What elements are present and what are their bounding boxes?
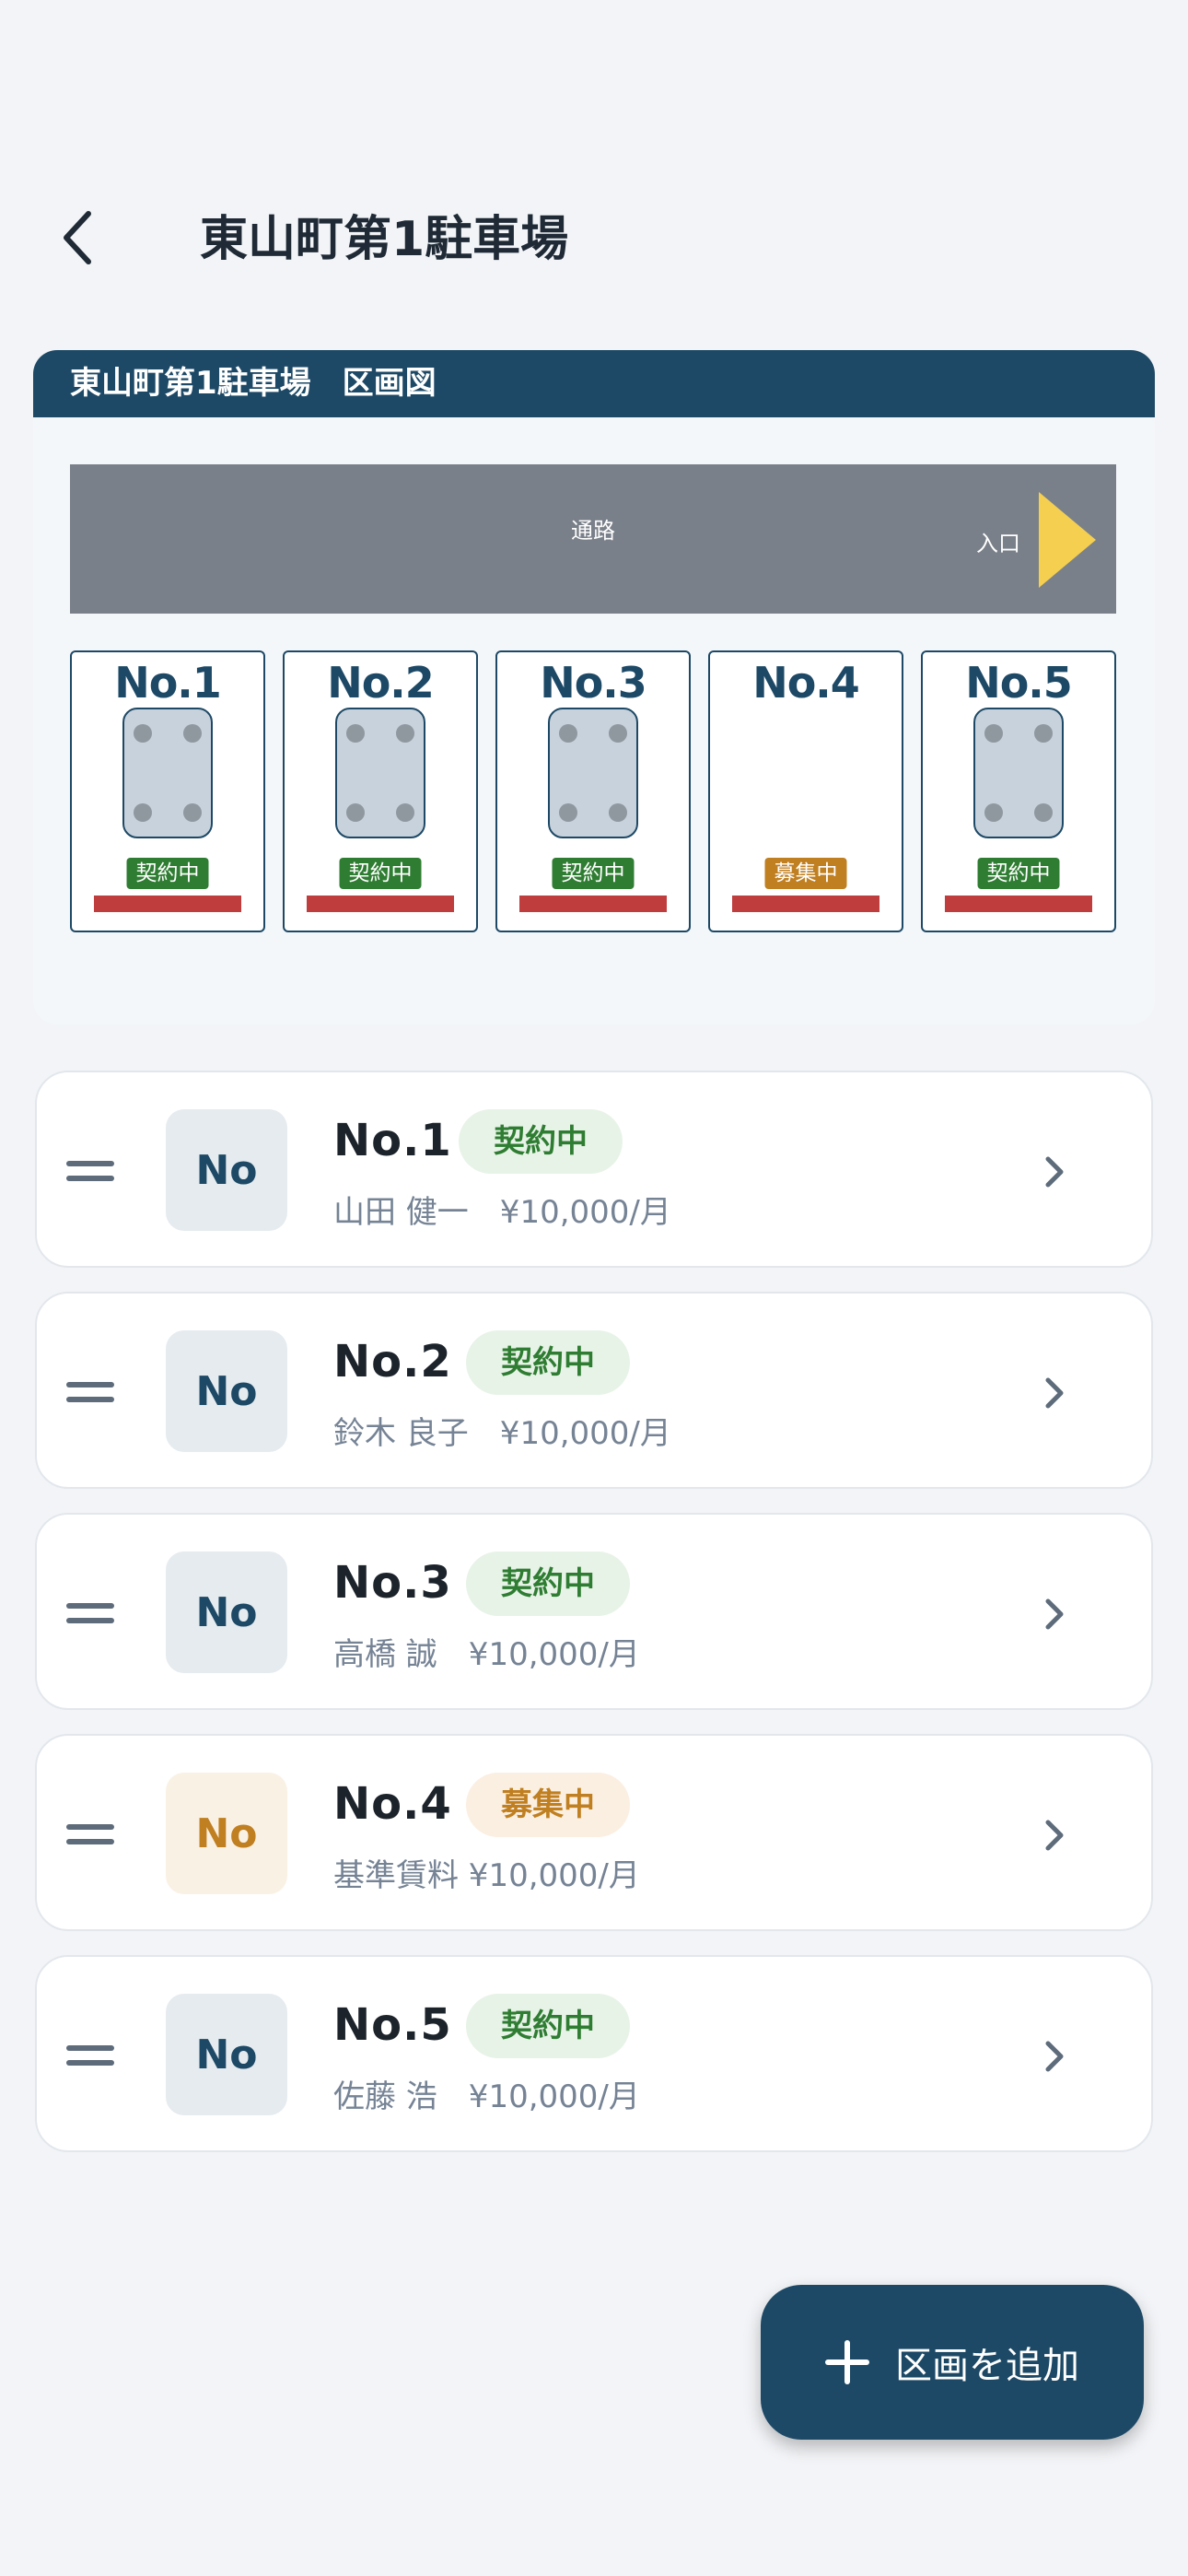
- map-slot-4[interactable]: No.4 募集中: [708, 650, 903, 932]
- map-slot-1[interactable]: No.1 契約中: [70, 650, 265, 932]
- slot-row-1[interactable]: No No.1 契約中 山田 健一 ¥10,000/月: [35, 1071, 1153, 1268]
- map-slot-5[interactable]: No.5 契約中: [921, 650, 1116, 932]
- add-slot-label: 区画を追加: [895, 2345, 1079, 2387]
- status-badge: 契約中: [466, 1551, 630, 1616]
- chevron-right-icon: [1045, 1377, 1064, 1409]
- slot-thumb: No: [166, 1330, 287, 1452]
- map-slot-number: No.2: [327, 658, 435, 708]
- drag-handle-icon[interactable]: [66, 1161, 114, 1181]
- slot-detail: 山田 健一 ¥10,000/月: [333, 1194, 671, 1231]
- add-slot-button[interactable]: 区画を追加: [761, 2285, 1144, 2440]
- status-badge: 契約中: [459, 1109, 623, 1174]
- status-badge: 契約中: [466, 1994, 630, 2058]
- aisle: 通路 入口: [70, 464, 1116, 614]
- map-slot-status: 契約中: [339, 858, 422, 889]
- slot-thumb: No: [166, 1773, 287, 1894]
- status-badge: 契約中: [466, 1330, 630, 1395]
- car-icon: [548, 708, 638, 838]
- slot-row-3[interactable]: No No.3 契約中 高橋 誠 ¥10,000/月: [35, 1513, 1153, 1710]
- status-badge: 募集中: [466, 1773, 630, 1837]
- map-slot-status: 契約中: [977, 858, 1060, 889]
- chevron-right-icon: [1045, 1156, 1064, 1188]
- map-slot-status: 契約中: [552, 858, 635, 889]
- map-slot-bar: [94, 896, 241, 912]
- map-slot-2[interactable]: No.2 契約中: [283, 650, 478, 932]
- entry-label: 入口: [976, 531, 1020, 556]
- slot-title: No.5: [333, 1999, 452, 2051]
- entry-arrow-icon: [1039, 492, 1096, 588]
- drag-handle-icon[interactable]: [66, 2045, 114, 2066]
- slot-detail: 鈴木 良子 ¥10,000/月: [333, 1415, 671, 1452]
- slot-detail: 佐藤 浩 ¥10,000/月: [333, 2078, 640, 2115]
- map-slot-3[interactable]: No.3 契約中: [495, 650, 691, 932]
- slot-title: No.3: [333, 1557, 452, 1609]
- page-title: 東山町第1駐車場: [200, 212, 569, 267]
- slot-thumb: No: [166, 1551, 287, 1673]
- chevron-right-icon: [1045, 1598, 1064, 1630]
- map-slot-status: 募集中: [764, 858, 847, 889]
- slot-map-title: 東山町第1駐車場 区画図: [33, 350, 1155, 417]
- map-slot-number: No.4: [752, 658, 860, 708]
- map-slot-number: No.5: [965, 658, 1073, 708]
- drag-handle-icon[interactable]: [66, 1824, 114, 1844]
- aisle-label: 通路: [571, 518, 615, 544]
- slot-row-5[interactable]: No No.5 契約中 佐藤 浩 ¥10,000/月: [35, 1955, 1153, 2152]
- map-slot-bar: [307, 896, 454, 912]
- map-slot-number: No.3: [540, 658, 647, 708]
- slot-map-card: 東山町第1駐車場 区画図 通路 入口 No.1 契約中 No.2 契約中 No.…: [33, 350, 1155, 1025]
- slot-detail: 基準賃料 ¥10,000/月: [333, 1857, 640, 1894]
- slot-row-2[interactable]: No No.2 契約中 鈴木 良子 ¥10,000/月: [35, 1292, 1153, 1489]
- map-slot-bar: [732, 896, 879, 912]
- slot-thumb: No: [166, 1994, 287, 2115]
- slot-thumb: No: [166, 1109, 287, 1231]
- map-slot-number: No.1: [114, 658, 222, 708]
- slot-title: No.4: [333, 1778, 452, 1830]
- slot-title: No.2: [333, 1336, 452, 1388]
- map-slot-status: 契約中: [126, 858, 209, 889]
- parking-lot-page: 東山町第1駐車場 東山町第1駐車場 区画図 通路 入口 No.1 契約中 No.…: [0, 0, 1188, 2576]
- plus-icon: [825, 2340, 869, 2384]
- slot-row-4[interactable]: No No.4 募集中 基準賃料 ¥10,000/月: [35, 1734, 1153, 1931]
- drag-handle-icon[interactable]: [66, 1382, 114, 1402]
- car-icon: [973, 708, 1064, 838]
- car-icon: [335, 708, 425, 838]
- chevron-right-icon: [1045, 1820, 1064, 1851]
- drag-handle-icon[interactable]: [66, 1603, 114, 1623]
- chevron-left-icon: [64, 211, 91, 264]
- back-button[interactable]: [48, 205, 107, 271]
- chevron-right-icon: [1045, 2041, 1064, 2072]
- slot-detail: 高橋 誠 ¥10,000/月: [333, 1636, 640, 1673]
- car-icon: [122, 708, 213, 838]
- slot-title: No.1: [333, 1115, 452, 1166]
- map-slot-bar: [945, 896, 1092, 912]
- map-slot-bar: [519, 896, 667, 912]
